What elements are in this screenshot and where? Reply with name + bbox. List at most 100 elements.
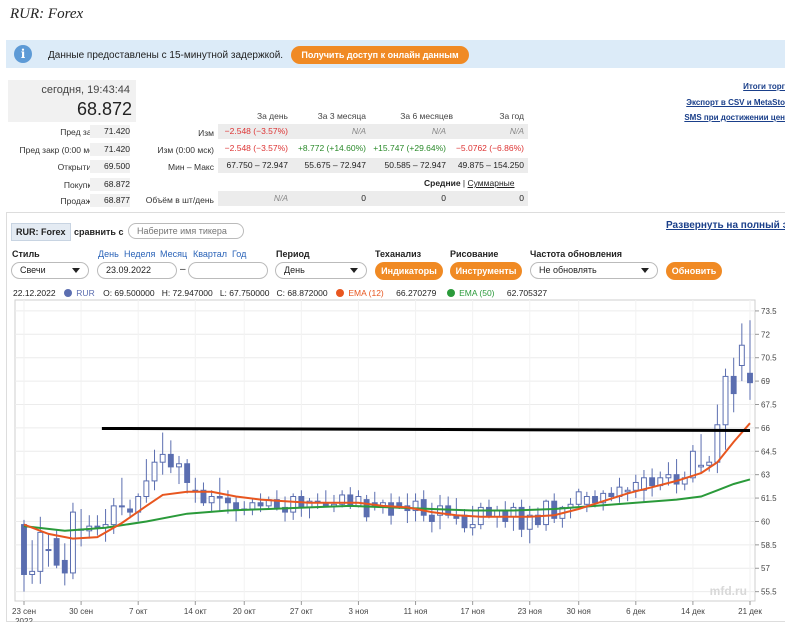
candle-body[interactable]	[747, 372, 753, 384]
candle-body[interactable]	[61, 559, 68, 574]
candle-body[interactable]	[208, 496, 215, 504]
y-tick-label: 70.5	[761, 354, 777, 363]
candle-body[interactable]	[118, 505, 125, 508]
perf-col-header: За 3 месяца	[317, 111, 366, 121]
x-tick-label: 20 окт	[233, 607, 256, 616]
candle-body[interactable]	[689, 450, 696, 479]
candle-body[interactable]	[486, 506, 492, 518]
candle-body[interactable]	[216, 496, 223, 499]
candle-body[interactable]	[159, 453, 166, 463]
perf-cell: N/A	[370, 124, 450, 139]
candle-body[interactable]	[249, 502, 256, 510]
candle-body[interactable]	[29, 570, 36, 575]
perf-cell: 50.585 – 72.947	[370, 158, 450, 173]
candle-body[interactable]	[257, 502, 264, 507]
candlestick-chart[interactable]: 55.5 57 58.5 60 61.5 63 64.5 66 67.5 69 70.5 72 73.5…	[0, 296, 785, 622]
x-tick-label: 7 окт	[129, 607, 148, 616]
ticker-chip[interactable]: RUR: Forex	[11, 223, 71, 241]
candle-body[interactable]	[151, 461, 158, 482]
get-online-access-button[interactable]: Получить доступ к онлайн данным	[291, 46, 469, 64]
perf-cell: +15.747 (+29.64%)	[373, 143, 446, 153]
candle-body[interactable]	[461, 514, 468, 529]
candle-body[interactable]	[290, 496, 297, 513]
avg-toggle[interactable]: Средние	[424, 178, 461, 188]
x-tick-label: 30 сен	[69, 607, 93, 616]
trading-results-link[interactable]: Итоги торг	[743, 82, 785, 91]
x-tick-label: 14 окт	[184, 607, 207, 616]
date-to-input[interactable]	[188, 262, 268, 279]
candle-body[interactable]	[722, 375, 729, 426]
candle-body[interactable]	[21, 524, 27, 575]
range-quarter-link[interactable]: Квартал	[193, 249, 227, 259]
sms-alert-link[interactable]: SMS при достижении цен	[684, 113, 785, 122]
candle-body[interactable]	[543, 500, 550, 526]
candle-body[interactable]	[632, 481, 639, 491]
y-tick-label: 60	[761, 517, 770, 526]
candle-body[interactable]	[45, 549, 52, 552]
x-tick-label: 27 окт	[290, 607, 313, 616]
candle-body[interactable]	[363, 499, 370, 518]
sum-toggle[interactable]: Суммарные	[468, 178, 515, 188]
candle-body[interactable]	[127, 508, 133, 513]
candle-body[interactable]	[730, 375, 737, 395]
stat-value: 68.877	[90, 194, 130, 207]
candle-body[interactable]	[420, 499, 427, 516]
candle-body[interactable]	[608, 492, 615, 498]
candle-body[interactable]	[738, 344, 745, 367]
candle-body[interactable]	[184, 463, 191, 483]
period-select-value: День	[284, 265, 305, 275]
candle-body[interactable]	[110, 505, 117, 526]
y-tick-label: 66	[761, 424, 770, 433]
chevron-down-icon	[72, 268, 80, 273]
candle-body[interactable]	[649, 477, 656, 487]
date-separator: –	[180, 264, 186, 275]
candle-body[interactable]	[233, 502, 240, 510]
candle-body[interactable]	[624, 489, 631, 493]
candle-body[interactable]	[347, 494, 354, 507]
perf-row-label: Объём в шт/день	[145, 195, 214, 205]
candle-body[interactable]	[592, 496, 598, 504]
candle-body[interactable]	[388, 502, 395, 516]
x-tick-label: 17 ноя	[460, 607, 484, 616]
candle-body[interactable]	[224, 497, 231, 504]
export-csv-link[interactable]: Экспорт в CSV и MetaSto	[686, 98, 785, 107]
candle-body[interactable]	[143, 480, 150, 498]
candle-body[interactable]	[69, 511, 76, 574]
y-tick-label: 69	[761, 377, 770, 386]
candle-body[interactable]	[176, 463, 182, 468]
stat-value: 71.420	[90, 125, 130, 138]
compare-ticker-input[interactable]	[128, 223, 244, 239]
candle-body[interactable]	[510, 506, 517, 518]
y-tick-label: 63	[761, 471, 770, 480]
range-year-link[interactable]: Год	[232, 249, 246, 259]
refresh-rate-select[interactable]: Не обновлять	[530, 262, 658, 279]
range-month-link[interactable]: Месяц	[160, 249, 187, 259]
date-from-input[interactable]: 23.09.2022	[97, 262, 177, 279]
candle-body[interactable]	[53, 538, 60, 566]
trendline[interactable]	[101, 426, 751, 432]
perf-cell: +8.772 (+14.60%)	[297, 143, 366, 153]
candle-body[interactable]	[37, 531, 44, 572]
perf-cell: 55.675 – 72.947	[292, 158, 370, 173]
perf-cell: −2.548 (−3.57%)	[218, 124, 292, 139]
range-day-link[interactable]: День	[98, 249, 119, 259]
candle-body[interactable]	[665, 474, 672, 479]
candle-body[interactable]	[167, 453, 174, 468]
perf-cell: 67.750 – 72.947	[218, 158, 292, 173]
perf-cell: N/A	[292, 124, 370, 139]
candle-body[interactable]	[706, 461, 713, 466]
candle-body[interactable]	[428, 514, 435, 522]
candle-body[interactable]	[469, 524, 476, 529]
style-select[interactable]: Свечи	[11, 262, 89, 279]
range-week-link[interactable]: Неделя	[124, 249, 155, 259]
period-select[interactable]: День	[275, 262, 367, 279]
tools-button[interactable]: Инструменты	[450, 262, 522, 280]
candle-body[interactable]	[698, 464, 705, 468]
candle-body[interactable]	[396, 502, 403, 507]
refresh-button[interactable]: Обновить	[666, 262, 722, 280]
expand-fullscreen-link[interactable]: Развернуть на полный экра	[666, 220, 785, 231]
candle-body[interactable]	[355, 496, 362, 507]
candle-body[interactable]	[583, 496, 590, 505]
candle-body[interactable]	[575, 491, 582, 505]
indicators-button[interactable]: Индикаторы	[375, 262, 443, 280]
